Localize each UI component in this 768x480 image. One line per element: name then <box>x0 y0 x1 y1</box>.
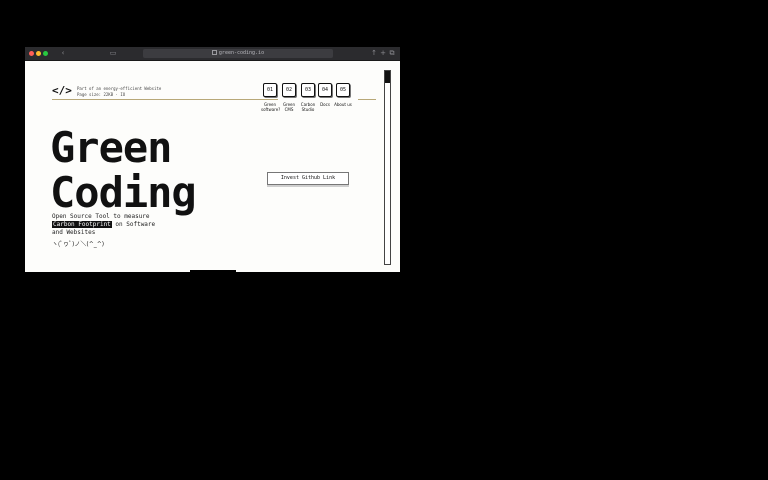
nav-item-carbon-studio[interactable]: 03 Carbon Studio <box>301 83 315 112</box>
hero-title-line-2: Coding <box>50 168 197 217</box>
close-window-icon[interactable] <box>29 51 34 56</box>
nav-item-about-us[interactable]: 05 About us <box>334 83 352 107</box>
nav-number: 03 <box>301 83 315 97</box>
bottom-tab-indicator <box>190 270 236 272</box>
subtitle-line-3: and Websites <box>52 229 96 236</box>
back-icon[interactable]: ‹ <box>59 49 67 58</box>
nav-number: 02 <box>282 83 296 97</box>
lock-icon <box>211 50 217 55</box>
header-divider-right <box>358 99 376 100</box>
page-scrollbar[interactable] <box>384 70 391 265</box>
kaomoji: ヽ(ﾟヮﾟ)ノ＼(^_^) <box>52 241 105 248</box>
site-tagline: Part of an energy-efficient Website Page… <box>77 86 161 98</box>
address-bar[interactable]: green-coding.io <box>143 49 333 58</box>
browser-window: ‹ ▭ green-coding.io ↑ + ⧉ </> Part of an… <box>25 47 400 272</box>
web-page: </> Part of an energy-efficient Website … <box>25 61 400 272</box>
scrollbar-thumb[interactable] <box>385 71 390 83</box>
nav-number: 05 <box>336 83 350 97</box>
subtitle-line-1: Open Source Tool to measure <box>52 213 150 220</box>
header-divider <box>52 99 278 100</box>
tabs-overview-icon[interactable]: ⧉ <box>388 49 396 58</box>
nav-number: 04 <box>318 83 332 97</box>
nav-number: 01 <box>263 83 277 97</box>
maximize-window-icon[interactable] <box>43 51 48 56</box>
sidebar-icon[interactable]: ▭ <box>109 49 117 58</box>
nav-item-green-software[interactable]: 01 Green software? <box>261 83 281 112</box>
nav-label: About us <box>334 102 352 107</box>
subtitle-line-2: on Software <box>111 221 156 228</box>
nav-label: Docs <box>320 102 330 107</box>
code-logo-icon[interactable]: </> <box>52 84 72 97</box>
minimize-window-icon[interactable] <box>36 51 41 56</box>
nav-item-green-cms[interactable]: 02 Green CMS <box>282 83 296 112</box>
nav-label: Green CMS <box>282 102 296 112</box>
browser-toolbar: ‹ ▭ green-coding.io ↑ + ⧉ <box>25 47 400 61</box>
hero-title-line-1: Green <box>50 123 172 172</box>
share-icon[interactable]: ↑ <box>370 49 378 58</box>
hero-subtitle: Open Source Tool to measure Carbon Footp… <box>52 213 155 237</box>
tagline-line-2: Page size: 22KB · IO <box>77 92 126 97</box>
github-link-button[interactable]: Invest Github Link <box>267 172 349 185</box>
hero-title: Green Coding <box>50 123 197 217</box>
nav-label: Carbon Studio <box>300 102 316 112</box>
new-tab-icon[interactable]: + <box>379 49 387 58</box>
nav-item-docs[interactable]: 04 Docs <box>318 83 332 107</box>
url-text: green-coding.io <box>218 50 265 56</box>
subtitle-highlight: Carbon Footprint <box>52 221 112 228</box>
nav-label: Green software? <box>261 102 281 112</box>
